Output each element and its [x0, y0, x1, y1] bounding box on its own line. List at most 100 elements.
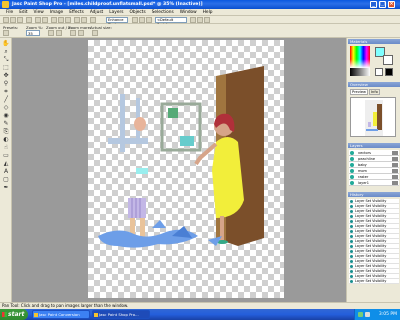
zoom-tool-icon[interactable]: ⌕: [2, 48, 10, 55]
history-step-label: Layer Set Visibility: [355, 214, 387, 218]
presets-icon[interactable]: [3, 30, 9, 36]
menu-objects[interactable]: Objects: [126, 9, 148, 15]
taskbar: start Jasc Paint Conversion Jasc Paint S…: [0, 309, 400, 320]
run-script-icon[interactable]: [190, 17, 196, 23]
new-icon[interactable]: [3, 17, 9, 23]
menu-file[interactable]: File: [3, 9, 16, 15]
actual-size-icon[interactable]: [92, 30, 98, 36]
layer-row[interactable]: layer1: [349, 180, 399, 186]
history-step-icon: [350, 245, 353, 248]
history-step-label: Layer Set Visibility: [355, 254, 387, 258]
history-step-label: Layer Set Visibility: [355, 274, 387, 278]
pen-tool-icon[interactable]: ✒: [2, 184, 10, 191]
visibility-icon[interactable]: [350, 163, 354, 167]
menu-bar: File Edit View Image Effects Adjust Laye…: [0, 9, 400, 16]
layers-palette-header[interactable]: Layers: [348, 143, 400, 148]
background-swatch[interactable]: [383, 55, 393, 65]
zoom-more-out-icon[interactable]: [78, 30, 84, 36]
tab-preview[interactable]: Preview: [350, 89, 368, 95]
menu-adjust[interactable]: Adjust: [87, 9, 106, 15]
foreground-material-icon[interactable]: [375, 68, 383, 76]
dropper-tool-icon[interactable]: ⚲: [2, 80, 10, 87]
clone-brush-icon[interactable]: ⎘: [2, 128, 10, 135]
histogram-icon[interactable]: [132, 17, 138, 23]
undo-icon[interactable]: [35, 17, 41, 23]
pan-tool-icon[interactable]: ✋: [2, 40, 10, 47]
menu-selections[interactable]: Selections: [149, 9, 177, 15]
print-icon[interactable]: [26, 17, 32, 23]
stop-script-icon[interactable]: [197, 17, 203, 23]
volume-icon[interactable]: [365, 312, 370, 317]
tab-info[interactable]: Info: [369, 89, 380, 95]
menu-layers[interactable]: Layers: [106, 9, 126, 15]
open-icon[interactable]: [10, 17, 16, 23]
layers-icon[interactable]: [139, 17, 145, 23]
move-tool-icon[interactable]: ✥: [2, 72, 10, 79]
overview-thumbnail[interactable]: [350, 97, 396, 137]
workspace[interactable]: [12, 38, 346, 302]
materials-palette-header[interactable]: Materials: [348, 39, 400, 44]
window-pane: [168, 108, 178, 118]
window-pane-lower: [180, 136, 194, 146]
deform-tool-icon[interactable]: ⤡: [2, 56, 10, 63]
history-step-icon: [350, 250, 353, 253]
maximize-button[interactable]: □: [379, 1, 386, 8]
color-spectrum[interactable]: [350, 46, 370, 68]
minimize-button[interactable]: _: [370, 1, 377, 8]
network-icon[interactable]: [358, 312, 363, 317]
paint-brush-icon[interactable]: ✎: [2, 120, 10, 127]
enhance-photo-dropdown[interactable]: Enhance Photo: [106, 17, 128, 27]
menu-window[interactable]: Window: [177, 9, 200, 15]
zoom-field[interactable]: 35: [26, 30, 40, 36]
overview-palette-header[interactable]: Overview: [348, 82, 400, 87]
zoom-in-icon[interactable]: [48, 30, 54, 36]
scan-icon[interactable]: [81, 17, 87, 23]
history-palette-header[interactable]: History: [348, 192, 400, 197]
history-row[interactable]: Layer Set Visibility: [349, 279, 399, 284]
history-step-icon: [350, 210, 353, 213]
visibility-icon[interactable]: [350, 175, 354, 179]
menu-effects[interactable]: Effects: [66, 9, 87, 15]
menu-image[interactable]: Image: [47, 9, 66, 15]
image-canvas[interactable]: [88, 40, 284, 298]
zoom-icon[interactable]: [90, 17, 96, 23]
visibility-icon[interactable]: [350, 151, 354, 155]
menu-help[interactable]: Help: [200, 9, 216, 15]
taskbar-item[interactable]: Jasc Paint Conversion: [32, 310, 90, 319]
visibility-icon[interactable]: [350, 157, 354, 161]
smudge-tool-icon[interactable]: ☝: [2, 144, 10, 151]
copy-icon[interactable]: [58, 17, 64, 23]
record-script-icon[interactable]: [204, 17, 210, 23]
taskbar-item[interactable]: Jasc Paint Shop Pro...: [92, 310, 150, 319]
cut-icon[interactable]: [51, 17, 57, 23]
straighten-tool-icon[interactable]: ╱: [2, 96, 10, 103]
script-select[interactable]: <Default Script>: [155, 17, 187, 27]
text-tool-icon[interactable]: A: [2, 168, 10, 175]
zoom-more-in-icon[interactable]: [70, 30, 76, 36]
crop-tool-icon[interactable]: ⌗: [2, 88, 10, 95]
redo-icon[interactable]: [42, 17, 48, 23]
save-icon[interactable]: [17, 17, 23, 23]
grayscale-ramp[interactable]: [350, 68, 370, 76]
browse-icon[interactable]: [74, 17, 80, 23]
zoom-out-icon[interactable]: [56, 30, 62, 36]
flood-fill-icon[interactable]: ◭: [2, 160, 10, 167]
selection-tool-icon[interactable]: ⬚: [2, 64, 10, 71]
visibility-icon[interactable]: [350, 169, 354, 173]
menu-view[interactable]: View: [31, 9, 47, 15]
dodge-tool-icon[interactable]: ◐: [2, 136, 10, 143]
visibility-icon[interactable]: [350, 181, 354, 185]
red-eye-tool-icon[interactable]: ◉: [2, 112, 10, 119]
history-step-label: Layer Set Visibility: [355, 234, 387, 238]
history-step-icon: [350, 215, 353, 218]
materials-icon[interactable]: [146, 17, 152, 23]
menu-edit[interactable]: Edit: [16, 9, 30, 15]
perspective-tool-icon[interactable]: ◇: [2, 104, 10, 111]
eraser-tool-icon[interactable]: ▭: [2, 152, 10, 159]
background-material-icon[interactable]: [385, 68, 393, 76]
history-step-icon: [350, 280, 353, 283]
close-button[interactable]: ×: [388, 1, 395, 8]
paste-icon[interactable]: [65, 17, 71, 23]
shape-tool-icon[interactable]: ▢: [2, 176, 10, 183]
start-button[interactable]: start: [0, 309, 28, 320]
